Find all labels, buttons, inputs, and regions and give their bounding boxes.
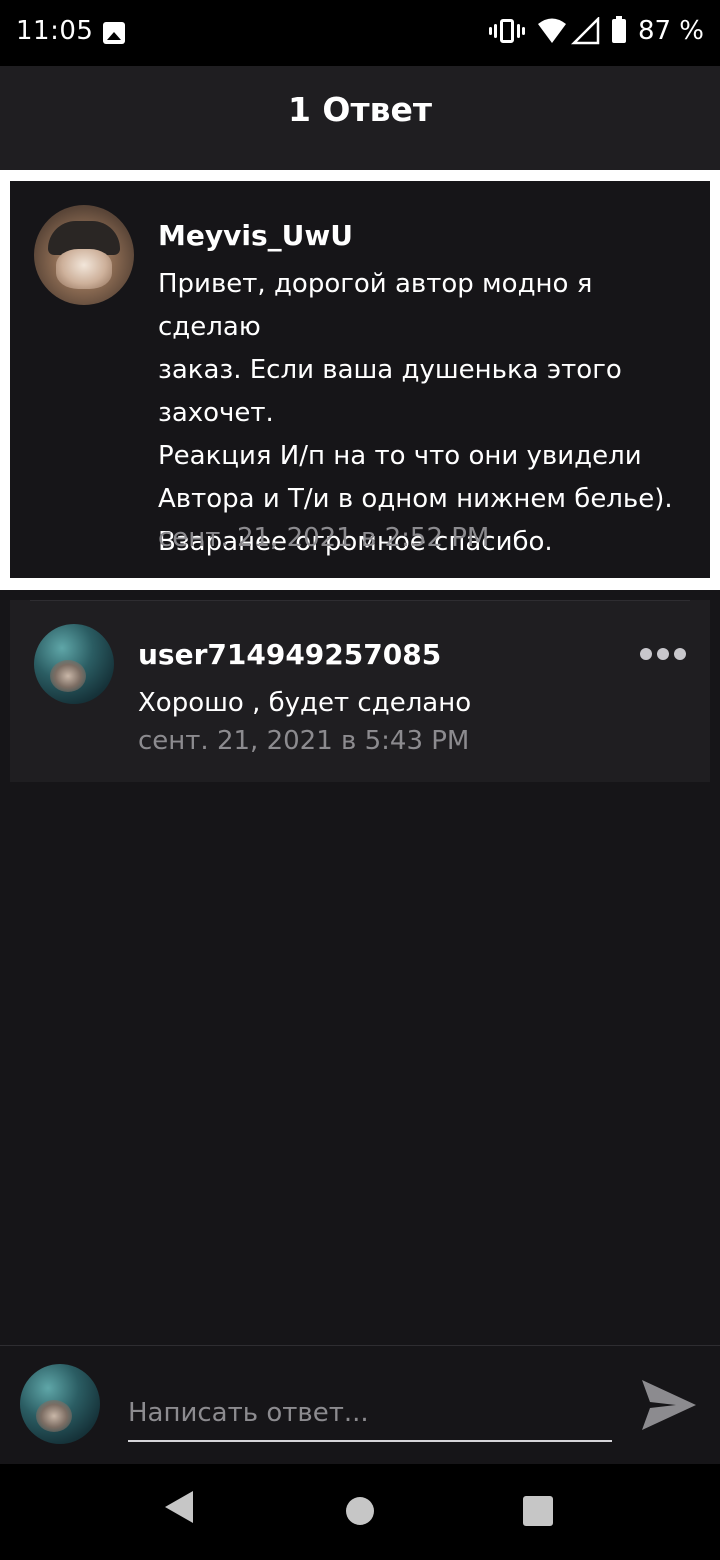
recents-icon[interactable] [523, 1496, 553, 1526]
battery-icon [611, 16, 626, 43]
divider [30, 600, 690, 601]
reply-input[interactable] [128, 1386, 612, 1442]
send-button[interactable] [640, 1378, 698, 1432]
signal-icon [570, 15, 600, 45]
comment-text-line: Автора и Т/и в одном нижнем белье). [158, 484, 673, 514]
send-icon [642, 1380, 696, 1430]
more-dot-icon [640, 648, 652, 660]
more-options-button[interactable] [640, 644, 686, 664]
wifi-icon [536, 15, 600, 45]
comment-text-line: захочет. [158, 398, 274, 428]
my-avatar [20, 1364, 100, 1444]
back-icon[interactable] [165, 1491, 193, 1523]
reply-timestamp: сент. 21, 2021 в 5:43 PM [138, 726, 470, 756]
comment-author[interactable]: Meyvis_UwU [158, 219, 353, 252]
comment-text-line: заказ. Если ваша душенька этого [158, 355, 622, 385]
status-time: 11:05 [16, 16, 94, 46]
status-bar: 11:05 87 % [0, 0, 720, 66]
reply-composer [0, 1345, 720, 1465]
more-dot-icon [674, 648, 686, 660]
comment-text-line: Привет, дорогой автор модно я сделаю [158, 269, 593, 342]
more-dot-icon [657, 648, 669, 660]
original-comment-body: Meyvis_UwU Привет, дорогой автор модно я… [10, 181, 710, 578]
original-comment: Meyvis_UwU Привет, дорогой автор модно я… [0, 170, 720, 590]
system-nav-bar [0, 1464, 720, 1560]
reply-text: Хорошо , будет сделано [138, 688, 472, 718]
battery-percent: 87 % [637, 16, 704, 46]
vibrate-icon [488, 17, 525, 45]
reply-comment: user714949257085 Хорошо , будет сделано … [10, 600, 710, 782]
comment-text-line: Реакция И/п на то что они увидели [158, 441, 642, 471]
home-icon[interactable] [346, 1497, 374, 1525]
avatar[interactable] [34, 205, 134, 305]
gallery-icon [103, 22, 125, 44]
status-icons: 87 % [488, 15, 704, 46]
comment-timestamp: сент. 21, 2021 в 2:52 PM [158, 523, 490, 553]
avatar[interactable] [34, 624, 114, 704]
app-bar: 1 Ответ [0, 66, 720, 170]
comment-text: Привет, дорогой автор модно я сделаю зак… [158, 263, 703, 564]
page-title: 1 Ответ [287, 90, 433, 129]
reply-author[interactable]: user714949257085 [138, 638, 441, 671]
